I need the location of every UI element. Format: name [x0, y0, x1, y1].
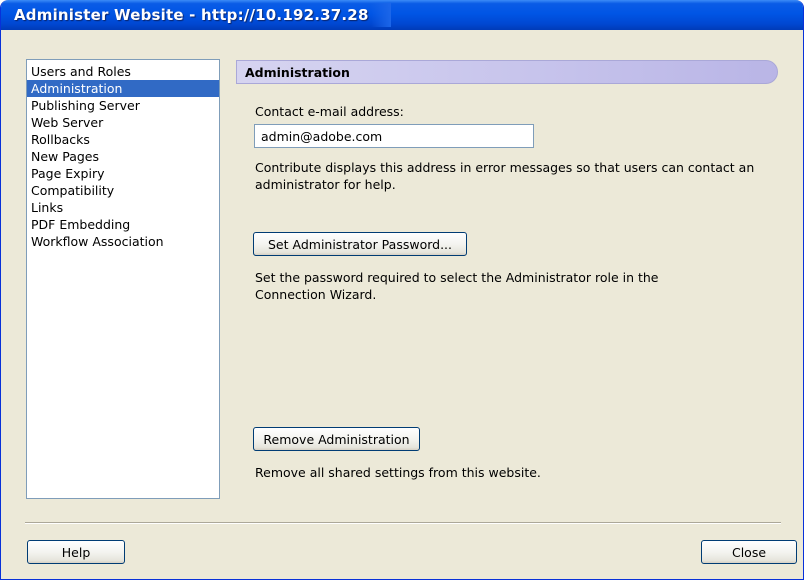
category-item-rollbacks[interactable]: Rollbacks: [27, 131, 219, 148]
set-administrator-password-button[interactable]: Set Administrator Password...: [253, 232, 467, 256]
close-button[interactable]: Close: [701, 540, 797, 564]
category-item-web-server[interactable]: Web Server: [27, 114, 219, 131]
category-item-new-pages[interactable]: New Pages: [27, 148, 219, 165]
section-header: Administration: [236, 60, 778, 84]
title-fade: [371, 3, 391, 27]
category-item-page-expiry[interactable]: Page Expiry: [27, 165, 219, 182]
contact-email-input[interactable]: [254, 124, 534, 148]
password-description: Set the password required to select the …: [255, 270, 659, 302]
category-item-compatibility[interactable]: Compatibility: [27, 182, 219, 199]
help-button[interactable]: Help: [27, 540, 125, 564]
category-item-administration[interactable]: Administration: [27, 80, 219, 97]
administer-website-dialog: Administer Website - http://10.192.37.28…: [0, 0, 804, 580]
category-item-workflow-association[interactable]: Workflow Association: [27, 233, 219, 250]
contact-email-description: Contribute displays this address in erro…: [255, 160, 755, 192]
title-bar[interactable]: Administer Website - http://10.192.37.28: [1, 0, 803, 30]
window-title: Administer Website - http://10.192.37.28: [14, 6, 369, 24]
category-list[interactable]: Users and Roles Administration Publishin…: [26, 59, 220, 499]
category-item-pdf-embedding[interactable]: PDF Embedding: [27, 216, 219, 233]
section-title: Administration: [245, 65, 350, 80]
footer-separator: [25, 522, 781, 524]
contact-email-label: Contact e-mail address:: [255, 104, 404, 119]
remove-description: Remove all shared settings from this web…: [255, 465, 541, 480]
remove-administration-button[interactable]: Remove Administration: [253, 427, 420, 451]
category-item-publishing-server[interactable]: Publishing Server: [27, 97, 219, 114]
category-item-users-and-roles[interactable]: Users and Roles: [27, 63, 219, 80]
category-item-links[interactable]: Links: [27, 199, 219, 216]
